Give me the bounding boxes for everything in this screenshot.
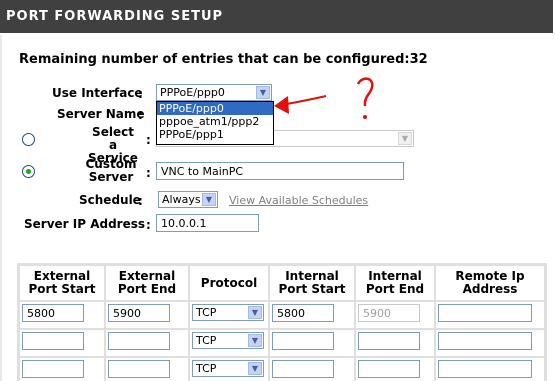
use-interface-select[interactable]: PPPoE/ppp0 ▼ — [156, 84, 272, 101]
schedule-label: Schedule — [79, 193, 141, 207]
dropdown-option[interactable]: pppoe_atm1/ppp2 — [157, 115, 273, 128]
dropdown-option[interactable]: PPPoE/ppp0 — [157, 102, 273, 115]
protocol-select[interactable]: TCP ▼ — [192, 332, 264, 349]
colon: : — [138, 194, 143, 208]
protocol-select[interactable]: TCP ▼ — [192, 360, 264, 377]
ext-port-end-input[interactable] — [108, 360, 170, 378]
custom-server-label: Custom Server — [85, 157, 137, 184]
chevron-down-icon[interactable]: ▼ — [248, 306, 262, 319]
remote-ip-input[interactable] — [438, 332, 532, 350]
chevron-down-icon[interactable]: ▼ — [248, 334, 262, 347]
chevron-down-icon[interactable]: ▼ — [202, 193, 216, 206]
column-header: Internal Port Start — [270, 266, 354, 300]
ext-port-start-input[interactable]: 5800 — [22, 304, 84, 322]
protocol-select[interactable]: TCP ▼ — [192, 304, 264, 321]
ext-port-start-input[interactable] — [22, 360, 84, 378]
remote-ip-input[interactable] — [438, 360, 532, 378]
use-interface-label: Use Interface — [52, 86, 143, 100]
colon: : — [146, 166, 151, 180]
protocol-value: TCP — [196, 362, 217, 375]
remaining-entries-text: Remaining number of entries that can be … — [19, 52, 428, 67]
ext-port-end-input[interactable] — [108, 332, 170, 350]
custom-server-input[interactable]: VNC to MainPC — [156, 162, 404, 180]
colon: : — [146, 133, 151, 147]
dropdown-option[interactable]: PPPoE/ppp1 — [157, 128, 273, 141]
colon: : — [138, 108, 143, 122]
use-interface-value: PPPoE/ppp0 — [160, 86, 225, 99]
remote-ip-input[interactable] — [438, 304, 532, 322]
ext-port-end-input[interactable]: 5900 — [108, 304, 170, 322]
port-forwarding-table: External Port Start External Port End Pr… — [17, 263, 547, 381]
interface-dropdown-list[interactable]: PPPoE/ppp0 pppoe_atm1/ppp2 PPPoE/ppp1 — [156, 101, 274, 145]
custom-server-radio[interactable] — [22, 165, 35, 178]
colon: : — [138, 87, 143, 101]
int-port-end-input[interactable]: 5900 — [358, 304, 420, 322]
annotation-arrow-icon — [274, 77, 374, 119]
chevron-down-icon[interactable]: ▼ — [248, 362, 262, 375]
server-name-label: Server Name — [57, 107, 145, 121]
select-service-radio[interactable] — [22, 133, 35, 146]
schedule-value: Always — [162, 193, 201, 206]
int-port-start-input[interactable] — [272, 332, 334, 350]
column-header: External Port End — [106, 266, 188, 300]
section-header: PORT FORWARDING SETUP — [0, 0, 553, 35]
protocol-value: TCP — [196, 306, 217, 319]
column-header: Protocol — [190, 266, 268, 300]
chevron-down-icon[interactable]: ▼ — [398, 132, 412, 145]
section-title: PORT FORWARDING SETUP — [6, 9, 224, 24]
server-ip-input[interactable]: 10.0.0.1 — [156, 214, 259, 232]
column-header: Remote Ip Address — [436, 266, 544, 300]
column-header: Internal Port End — [356, 266, 434, 300]
int-port-start-input[interactable] — [272, 360, 334, 378]
server-ip-label: Server IP Address — [24, 217, 146, 231]
left-border — [0, 35, 2, 381]
int-port-start-input[interactable]: 5800 — [272, 304, 334, 322]
colon: : — [146, 218, 151, 232]
int-port-end-input[interactable] — [358, 332, 420, 350]
view-schedules-link[interactable]: View Available Schedules — [229, 194, 368, 207]
int-port-end-input[interactable] — [358, 360, 420, 378]
schedule-select[interactable]: Always ▼ — [158, 191, 218, 208]
ext-port-start-input[interactable] — [22, 332, 84, 350]
protocol-value: TCP — [196, 334, 217, 347]
column-header: External Port Start — [20, 266, 104, 300]
